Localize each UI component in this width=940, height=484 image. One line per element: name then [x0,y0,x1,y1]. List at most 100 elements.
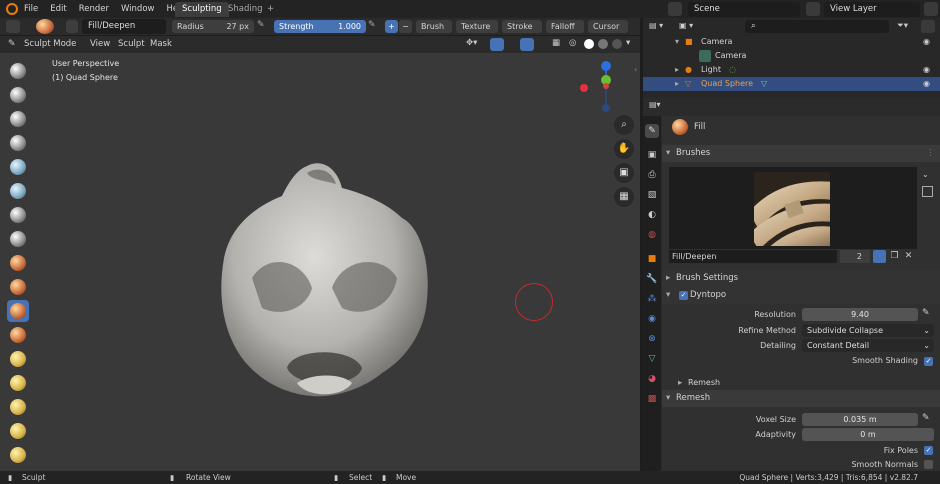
strength-pressure-icon[interactable]: ✎ [368,20,380,33]
stroke-menu[interactable]: Stroke [502,20,542,33]
modifier-tab-icon[interactable]: 🔧 [645,272,659,286]
detailing-dropdown[interactable]: Constant Detail ⌄ [802,339,934,352]
add-direction-button[interactable]: + [385,20,398,33]
sidebar-toggle-icon[interactable]: ‹ [634,65,637,74]
constraints-tab-icon[interactable]: ⊗ [645,332,659,346]
expand-arrow-icon[interactable]: ▸ [678,378,682,388]
brush-name-field[interactable]: Fill/Deepen [82,19,166,34]
clay-tool[interactable] [7,108,29,130]
strength-field[interactable]: Strength 1.000 [274,20,366,33]
brush-browse-icon[interactable] [66,20,78,33]
brush-preview-icon[interactable] [36,19,54,34]
brush-list-expand-icon[interactable]: ⌄ [922,170,929,179]
remesh-subpanel-label[interactable]: Remesh [688,378,720,387]
brush-settings-panel-header[interactable]: ▸ Brush Settings [662,270,940,287]
voxel-size-field[interactable]: 0.035 m [802,413,918,426]
sculpt-menu[interactable]: Sculpt [118,38,145,51]
tool-tab-icon[interactable]: ✎ [645,124,659,138]
display-mode-icon[interactable]: ▣ ▾ [679,21,703,33]
filter-icon[interactable]: ⏷▾ [897,21,919,33]
refine-method-dropdown[interactable]: Subdivide Collapse ⌄ [802,324,934,337]
solid-shading-icon[interactable] [584,39,594,49]
menu-render[interactable]: Render [73,0,115,18]
remesh-panel-header[interactable]: ▾ Remesh [662,390,940,407]
texture-tab-icon[interactable]: ▩ [645,392,659,406]
perspective-toggle-icon[interactable]: ▦ [614,187,634,207]
view-menu[interactable]: View [90,38,110,51]
draw-sharp-tool[interactable] [7,84,29,106]
output-tab-icon[interactable]: ⎙ [645,168,659,182]
view-layer-selector[interactable]: View Layer [824,2,920,17]
draw-tool[interactable] [7,60,29,82]
brush-texture-thumbnail[interactable] [754,172,830,246]
brushes-panel-header[interactable]: ▾ Brushes ⋮ [662,145,940,162]
menu-edit[interactable]: Edit [44,0,72,18]
expand-arrow-icon[interactable]: ▸ [675,77,679,91]
new-collection-icon[interactable] [921,20,935,33]
resolution-field[interactable]: 9.40 [802,308,918,321]
unlink-brush-icon[interactable]: ✕ [902,250,915,263]
clay-strips-tool[interactable] [7,132,29,154]
outliner-editor-icon[interactable]: ▤ ▾ [649,21,677,33]
smooth-tool[interactable] [7,252,29,274]
radius-field[interactable]: Radius 27 px [172,20,254,33]
blender-logo-icon[interactable] [6,3,18,15]
menu-file[interactable]: File [18,0,44,18]
expand-arrow-icon[interactable]: ▾ [675,35,679,49]
editor-type-icon[interactable] [6,20,20,33]
subtract-direction-button[interactable]: − [399,20,412,33]
eyedropper-icon[interactable]: ✎ [922,308,930,318]
eyedropper-icon[interactable]: ✎ [922,413,930,423]
texture-menu[interactable]: Texture [456,20,498,33]
falloff-menu[interactable]: Falloff [546,20,584,33]
symmetry-icon[interactable] [490,38,504,51]
render-tab-icon[interactable]: ▣ [645,148,659,162]
gizmo-x-axis[interactable] [580,84,588,92]
radius-pressure-icon[interactable]: ✎ [257,20,269,33]
view-layer-tab-icon[interactable]: ▧ [645,188,659,202]
navigation-gizmo[interactable] [576,58,626,116]
zoom-icon[interactable]: ⌕ [614,115,634,135]
scrape-tool[interactable] [7,324,29,346]
3d-viewport[interactable]: User Perspective (1) Quad Sphere ⌕ ✋ ▣ ▦ [0,53,640,471]
outliner-search-input[interactable]: ⌕ [745,20,889,33]
crease-tool[interactable] [7,228,29,250]
sculpted-head-mesh[interactable] [212,158,434,403]
gizmo-z-axis[interactable] [601,61,611,71]
flatten-tool[interactable] [7,276,29,298]
duplicate-brush-icon[interactable]: ❐ [888,250,901,263]
properties-editor-icon[interactable]: ▤▾ [649,100,673,113]
expand-arrow-icon[interactable]: ▸ [675,63,679,77]
brush-datablock-name[interactable]: Fill/Deepen [669,250,837,263]
pan-hand-icon[interactable]: ✋ [614,139,634,159]
inflate-tool[interactable] [7,180,29,202]
smooth-normals-checkbox[interactable] [924,460,933,469]
outliner-row-camera-object[interactable]: ▾ ■ Camera ◉ [643,35,940,49]
fake-user-shield-icon[interactable] [873,250,886,263]
mask-menu[interactable]: Mask [150,38,172,51]
pose-tool[interactable] [7,444,29,466]
scene-tab-icon[interactable]: ◐ [645,208,659,222]
blob-tool[interactable] [7,204,29,226]
view-layer-options-icon[interactable] [924,2,938,16]
drag-handle-icon[interactable]: ⋮ [926,145,935,162]
thumb-tool[interactable] [7,420,29,442]
adaptivity-field[interactable]: 0 m [802,428,934,441]
material-shading-icon[interactable] [598,39,608,49]
wireframe-shading-icon[interactable]: ◎ [569,38,583,51]
brush-menu[interactable]: Brush [416,20,452,33]
particles-tab-icon[interactable]: ⁂ [645,292,659,306]
brush-users-count[interactable]: 2 [840,250,870,263]
fill-tool[interactable] [7,300,29,322]
fix-poles-checkbox[interactable]: ✓ [924,446,933,455]
view-layer-icon[interactable] [806,2,820,16]
rendered-shading-icon[interactable] [612,39,622,49]
dyntopo-checkbox[interactable]: ✓ [679,291,688,300]
layer-tool[interactable] [7,156,29,178]
smooth-shading-checkbox[interactable]: ✓ [924,357,933,366]
outliner-row-quad-sphere[interactable]: ▸ ▽ Quad Sphere ▽ ◉ [643,77,940,91]
grab-tool[interactable] [7,372,29,394]
gizmo-neg-z-axis[interactable] [602,104,610,112]
data-tab-icon[interactable]: ▽ [645,352,659,366]
physics-tab-icon[interactable]: ◉ [645,312,659,326]
